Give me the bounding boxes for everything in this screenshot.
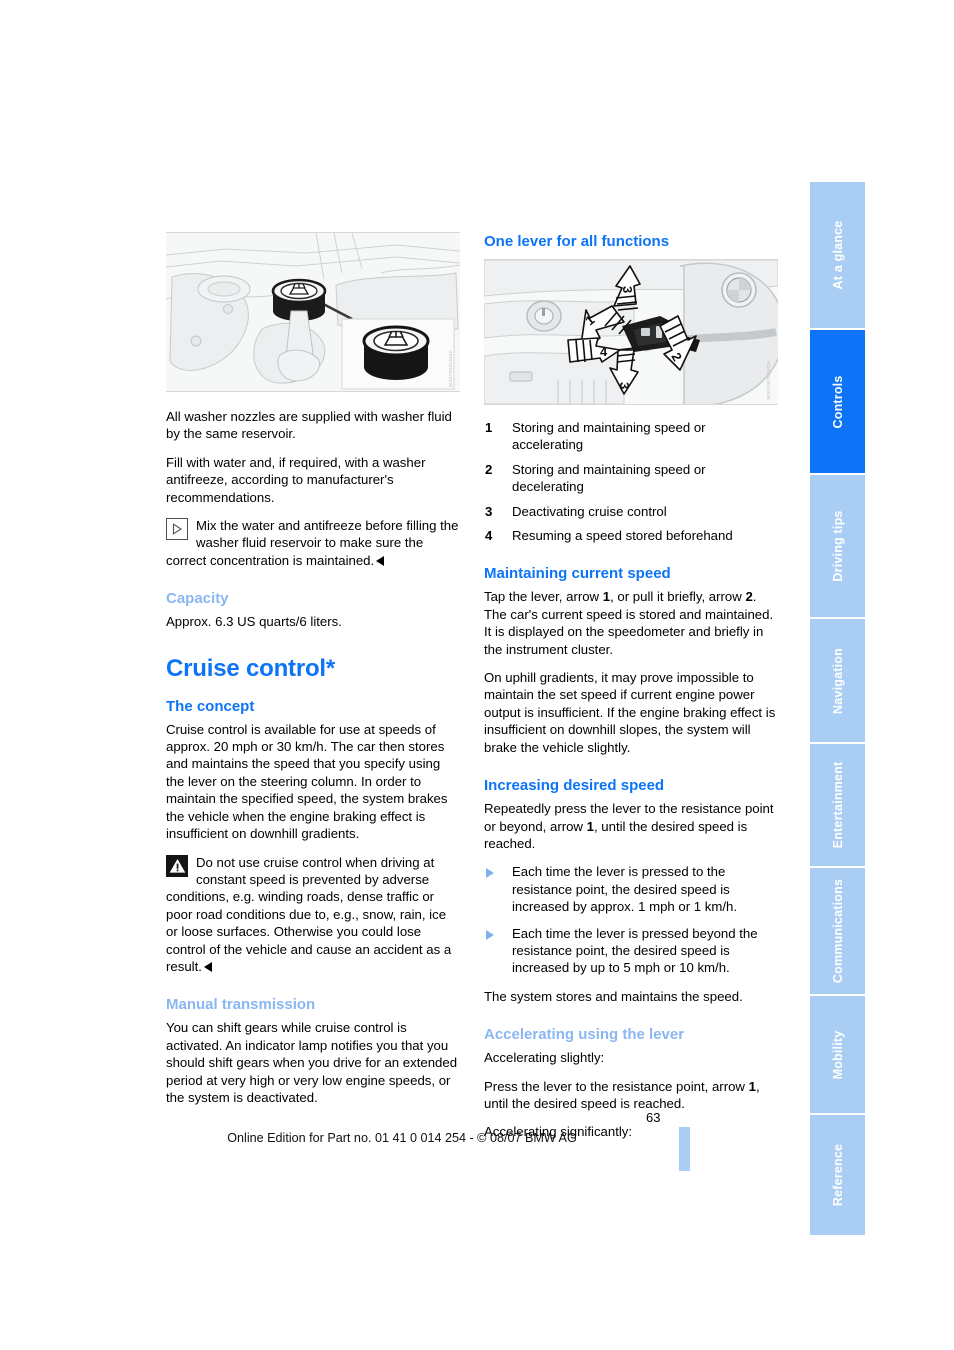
tab-label: Entertainment xyxy=(830,761,845,849)
svg-text:4: 4 xyxy=(600,344,608,359)
sidebar-item-communications[interactable]: Communications xyxy=(810,868,865,996)
legend-text: Resuming a speed stored beforehand xyxy=(512,528,733,544)
legend-text: Storing and maintaining speed or deceler… xyxy=(512,461,706,495)
list-item: Each time the lever is pressed to the re… xyxy=(484,863,778,915)
tab-label: Reference xyxy=(830,1143,845,1207)
cruise-control-lever-illustration: 1 2 3 3 4 xyxy=(484,260,778,404)
washer-fluid-reservoir-figure: WS070331540A xyxy=(166,232,460,392)
tab-label: Navigation xyxy=(830,647,845,714)
increasing-desired-speed-heading: Increasing desired speed xyxy=(484,777,665,795)
list-item: 3 Deactivating cruise control xyxy=(484,503,778,520)
sidebar-item-driving-tips[interactable]: Driving tips xyxy=(810,475,865,619)
accelerating-slightly-label: Accelerating slightly: xyxy=(484,1050,605,1066)
increasing-desired-speed-text: Repeatedly press the lever to the resist… xyxy=(484,800,778,852)
sidebar-item-mobility[interactable]: Mobility xyxy=(810,996,865,1115)
play-triangle-glyph xyxy=(172,523,183,535)
text-run: Tap the lever, arrow xyxy=(484,589,603,605)
uphill-gradients-text: On uphill gradients, it may prove imposs… xyxy=(484,670,776,755)
svg-text:3: 3 xyxy=(617,382,632,389)
fill-instructions-paragraph: Fill with water and, if required, with a… xyxy=(166,454,426,505)
manual-transmission-heading: Manual transmission xyxy=(166,996,316,1014)
chapter-tab-rail: At a glance Controls Driving tips Naviga… xyxy=(810,182,865,1235)
manual-page: At a glance Controls Driving tips Naviga… xyxy=(0,0,954,1350)
washer-fluid-reservoir-illustration xyxy=(166,233,460,391)
maintaining-current-speed-heading: Maintaining current speed xyxy=(484,565,671,583)
arrow-number: 1 xyxy=(602,589,611,605)
note-callout: Mix the water and antifreeze before fill… xyxy=(166,517,460,569)
text-run: , or pull it briefly, arrow xyxy=(610,589,746,605)
system-stores-speed-text: The system stores and maintains the spee… xyxy=(484,988,743,1004)
arrow-number: 1 xyxy=(586,818,594,834)
legend-number: 2 xyxy=(485,461,493,477)
triangle-bullet-icon xyxy=(486,868,494,879)
lever-function-legend: 1 Storing and maintaining speed or accel… xyxy=(484,419,778,544)
list-item: 4 Resuming a speed stored beforehand xyxy=(484,527,778,544)
arrow-number: 1 xyxy=(748,1078,756,1094)
accelerating-using-lever-heading: Accelerating using the lever xyxy=(484,1026,685,1044)
tab-label: Mobility xyxy=(830,1030,845,1079)
text-run: Press the lever to the resistance point,… xyxy=(484,1078,749,1094)
page-number: 63 xyxy=(646,1110,661,1125)
bullet-text: Each time the lever is pressed beyond th… xyxy=(512,925,758,976)
tab-label: Controls xyxy=(830,375,845,428)
tab-label: Communications xyxy=(830,878,845,984)
accelerating-slightly-text: Press the lever to the resistance point,… xyxy=(484,1078,778,1113)
footer-copyright: Online Edition for Part no. 01 41 0 014 … xyxy=(227,1131,577,1145)
list-item: 1 Storing and maintaining speed or accel… xyxy=(484,419,778,454)
left-text-column: WS070331540A All washer nozzles are supp… xyxy=(166,232,460,1106)
legend-number: 3 xyxy=(485,503,493,519)
note-text: Mix the water and antifreeze before fill… xyxy=(166,517,460,569)
sidebar-item-navigation[interactable]: Navigation xyxy=(810,619,865,744)
manual-transmission-text: You can shift gears while cruise control… xyxy=(166,1020,458,1105)
tab-label: At a glance xyxy=(830,220,845,290)
end-of-note-marker xyxy=(376,555,385,566)
arrow-number: 2 xyxy=(745,589,753,605)
warning-text: Do not use cruise control when driving a… xyxy=(166,854,460,976)
page-title: Cruise control* xyxy=(166,654,336,682)
warning-callout: Do not use cruise control when driving a… xyxy=(166,854,460,976)
sidebar-item-controls[interactable]: Controls xyxy=(810,330,865,475)
sidebar-item-entertainment[interactable]: Entertainment xyxy=(810,744,865,868)
warning-text-content: Do not use cruise control when driving a… xyxy=(166,854,452,974)
one-lever-heading: One lever for all functions xyxy=(484,233,670,250)
end-of-warning-marker xyxy=(203,961,212,972)
increasing-speed-bullets: Each time the lever is pressed to the re… xyxy=(484,863,778,976)
right-text-column: One lever for all functions 1 2 3 3 4 WS… xyxy=(484,232,778,1141)
maintaining-current-speed-text: Tap the lever, arrow 1, or pull it brief… xyxy=(484,588,778,658)
the-concept-heading: The concept xyxy=(166,697,255,715)
legend-number: 4 xyxy=(485,528,493,544)
sidebar-item-at-a-glance[interactable]: At a glance xyxy=(810,182,865,330)
triangle-bullet-icon xyxy=(486,929,494,940)
note-text-content: Mix the water and antifreeze before fill… xyxy=(166,518,459,568)
list-item: 2 Storing and maintaining speed or decel… xyxy=(484,461,778,496)
legend-text: Deactivating cruise control xyxy=(512,503,667,519)
warning-triangle-icon xyxy=(166,854,188,877)
list-item: Each time the lever is pressed beyond th… xyxy=(484,925,778,977)
capacity-heading: Capacity xyxy=(166,590,229,608)
capacity-text: Approx. 6.3 US quarts/6 liters. xyxy=(166,614,342,630)
the-concept-text: Cruise control is available for use at s… xyxy=(166,721,448,842)
legend-text: Storing and maintaining speed or acceler… xyxy=(512,420,706,453)
legend-number: 1 xyxy=(485,420,493,435)
exclamation-triangle-glyph xyxy=(169,858,185,873)
tab-label: Driving tips xyxy=(830,510,845,582)
note-triangle-icon xyxy=(166,518,188,541)
cruise-control-lever-figure: 1 2 3 3 4 WSF100702KCA xyxy=(484,259,778,405)
figure-reference-code: WSF100702KCA xyxy=(765,361,771,400)
bullet-text: Each time the lever is pressed to the re… xyxy=(512,864,738,915)
figure-reference-code: WS070331540A xyxy=(447,349,453,387)
washer-nozzles-paragraph: All washer nozzles are supplied with was… xyxy=(166,409,452,442)
svg-text:3: 3 xyxy=(620,286,635,293)
